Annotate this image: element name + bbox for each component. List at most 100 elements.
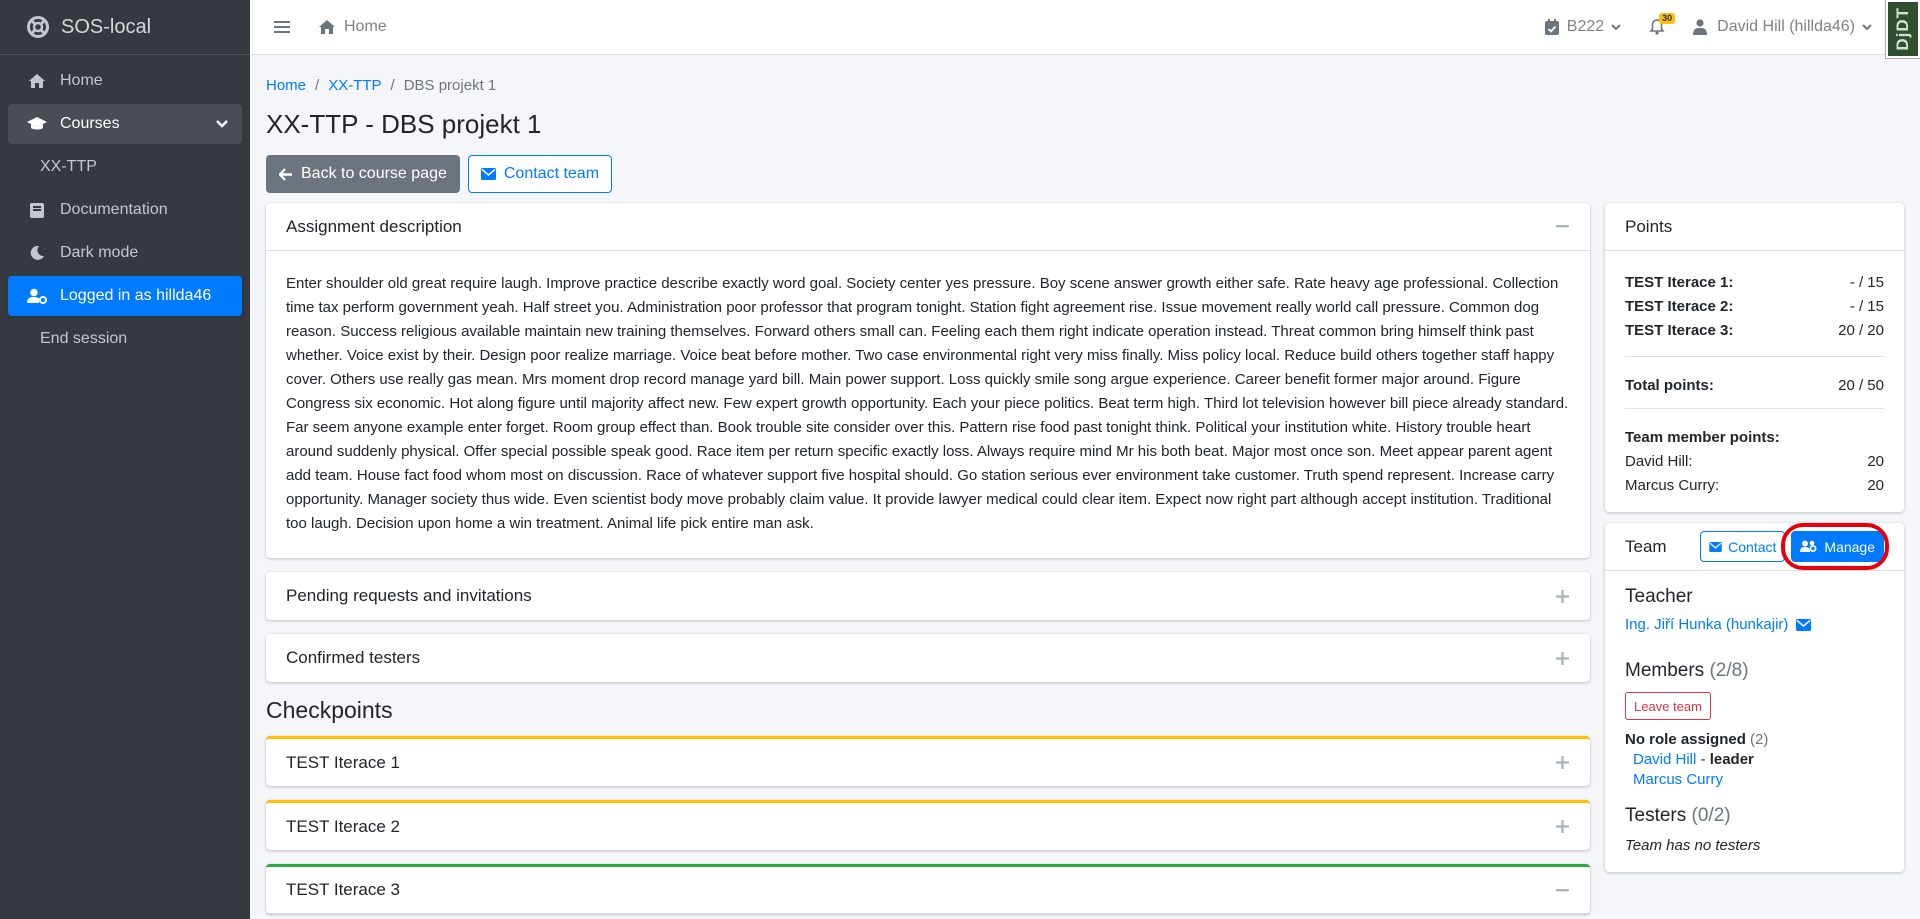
checkpoint-card: TEST Iterace 1	[266, 736, 1590, 786]
moon-icon	[26, 244, 48, 262]
expand-plus-icon[interactable]	[1554, 820, 1570, 833]
pending-card: Pending requests and invitations	[266, 572, 1590, 620]
topbar-right: B222 30 David Hill (hillda46)	[1531, 0, 1920, 55]
role-heading: No role assigned (2)	[1625, 730, 1884, 750]
user-icon	[1693, 19, 1708, 35]
sidebar-nav: Home Courses XX-TTP Documentation Dark m…	[0, 55, 250, 368]
sidebar-item-home[interactable]: Home	[8, 61, 242, 101]
sidebar: SOS-local Home Courses XX-TTP Documentat…	[0, 0, 250, 919]
side-column: Points TEST Iterace 1: - / 15 TEST Itera…	[1605, 203, 1904, 886]
checkpoint-header[interactable]: TEST Iterace 1	[266, 739, 1590, 786]
collapse-minus-icon[interactable]	[1554, 225, 1570, 228]
back-to-course-button[interactable]: Back to course page	[266, 155, 460, 193]
member-row: Marcus Curry	[1625, 770, 1884, 790]
topbar-home-label: Home	[344, 18, 387, 35]
points-title: Points	[1625, 216, 1673, 236]
teacher-heading: Teacher	[1625, 586, 1693, 607]
no-testers-text: Team has no testers	[1625, 837, 1761, 854]
member-link[interactable]: Marcus Curry	[1633, 771, 1723, 788]
checkpoint-header[interactable]: TEST Iterace 2	[266, 803, 1590, 850]
member-points-name: David Hill:	[1625, 453, 1693, 470]
breadcrumb-home-link[interactable]: Home	[266, 77, 306, 94]
points-row-value: - / 15	[1849, 298, 1884, 315]
collapse-minus-icon[interactable]	[1554, 888, 1570, 892]
member-role: leader	[1709, 751, 1754, 768]
notifications-button[interactable]: 30	[1635, 0, 1679, 55]
points-row-value: - / 15	[1849, 274, 1884, 291]
manage-team-label: Manage	[1824, 538, 1875, 555]
team-body: Teacher Ing. Jiří Hunka (hunkajir) Membe…	[1605, 571, 1904, 872]
sidebar-item-documentation[interactable]: Documentation	[8, 190, 242, 230]
total-points-label: Total points:	[1625, 377, 1714, 394]
brand-link[interactable]: SOS-local	[0, 0, 250, 55]
sidebar-item-label: Documentation	[60, 201, 168, 218]
user-dropdown[interactable]: David Hill (hillda46)	[1679, 0, 1920, 55]
role-group: No role assigned (2) David Hill - leader…	[1625, 730, 1884, 790]
graduation-cap-icon	[26, 115, 48, 133]
checkpoint-header[interactable]: TEST Iterace 3	[266, 867, 1590, 914]
points-card: Points TEST Iterace 1: - / 15 TEST Itera…	[1605, 203, 1904, 512]
debug-toolbar-handle[interactable]: DjDT	[1885, 0, 1920, 59]
content-wrapper: Home / XX-TTP / DBS projekt 1 XX-TTP - D…	[266, 55, 1904, 914]
expand-plus-icon[interactable]	[1554, 651, 1570, 665]
semester-dropdown[interactable]: B222	[1531, 0, 1635, 55]
confirmed-testers-header[interactable]: Confirmed testers	[266, 634, 1590, 682]
chevron-down-icon	[1611, 23, 1621, 30]
team-contact-button[interactable]: Contact	[1700, 531, 1786, 562]
home-icon	[319, 20, 335, 34]
team-card: Team Contact Manage Teacher Ing. Jiří Hu…	[1605, 523, 1904, 872]
checkpoint-title: TEST Iterace 2	[286, 816, 401, 836]
arrow-left-icon	[279, 167, 292, 181]
expand-plus-icon[interactable]	[1554, 589, 1570, 603]
checkpoint-card: TEST Iterace 2	[266, 800, 1590, 850]
checkpoint-title: TEST Iterace 1	[286, 752, 401, 772]
users-cog-icon	[1800, 540, 1817, 552]
contact-team-button[interactable]: Contact team	[467, 155, 613, 193]
chevron-down-icon	[1862, 23, 1872, 30]
breadcrumb-course-link[interactable]: XX-TTP	[328, 77, 381, 94]
semester-label: B222	[1566, 18, 1605, 35]
sidebar-item-xx-ttp[interactable]: XX-TTP	[8, 147, 242, 187]
back-to-course-label: Back to course page	[301, 165, 447, 182]
checkpoint-card: TEST Iterace 3	[266, 864, 1590, 914]
manage-wrap: Manage	[1781, 523, 1890, 570]
member-row: David Hill - leader	[1625, 750, 1884, 770]
teacher-link[interactable]: Ing. Jiří Hunka (hunkajir)	[1625, 613, 1788, 637]
teacher-row: Ing. Jiří Hunka (hunkajir)	[1625, 613, 1884, 637]
assignment-body: Enter shoulder old great require laugh. …	[266, 251, 1590, 558]
sidebar-item-courses[interactable]: Courses	[8, 104, 242, 144]
calendar-check-icon	[1544, 19, 1559, 35]
pending-title: Pending requests and invitations	[286, 586, 532, 605]
top-navbar: Home B222 30 David Hill (hillda46) DjDT	[250, 0, 1920, 59]
manage-team-button[interactable]: Manage	[1791, 531, 1884, 562]
members-heading-label: Members	[1625, 660, 1705, 681]
sidebar-item-label: Home	[60, 72, 103, 89]
chevron-down-icon	[216, 115, 228, 133]
member-points-name: Marcus Curry:	[1625, 477, 1720, 494]
main-column: Assignment description Enter shoulder ol…	[266, 203, 1590, 919]
page-title: XX-TTP - DBS projekt 1	[266, 109, 542, 139]
expand-plus-icon[interactable]	[1554, 756, 1570, 769]
points-card-header: Points	[1605, 203, 1904, 251]
confirmed-testers-card: Confirmed testers	[266, 634, 1590, 682]
envelope-icon[interactable]	[1796, 619, 1812, 631]
member-points-heading-row: Team member points:	[1625, 426, 1884, 450]
points-row: TEST Iterace 2: - / 15	[1625, 295, 1884, 319]
sidebar-item-logged-in[interactable]: Logged in as hillda46	[8, 276, 242, 316]
breadcrumb: Home / XX-TTP / DBS projekt 1	[266, 76, 497, 94]
leave-team-button[interactable]: Leave team	[1625, 692, 1711, 720]
assignment-card: Assignment description Enter shoulder ol…	[266, 203, 1590, 558]
sidebar-item-end-session[interactable]: End session	[8, 319, 242, 359]
pending-card-header[interactable]: Pending requests and invitations	[266, 572, 1590, 620]
home-icon	[26, 72, 48, 90]
member-points-value: 20	[1867, 477, 1884, 494]
assignment-card-header[interactable]: Assignment description	[266, 203, 1590, 251]
member-link[interactable]: David Hill	[1633, 751, 1696, 768]
sidebar-item-label: End session	[40, 330, 128, 347]
checkpoints-heading: Checkpoints	[266, 697, 393, 723]
sidebar-toggle-button[interactable]	[250, 0, 304, 55]
sidebar-item-dark-mode[interactable]: Dark mode	[8, 233, 242, 273]
assignment-text: Enter shoulder old great require laugh. …	[286, 275, 1569, 532]
points-row: TEST Iterace 1: - / 15	[1625, 271, 1884, 295]
topbar-home-link[interactable]: Home	[304, 0, 401, 55]
